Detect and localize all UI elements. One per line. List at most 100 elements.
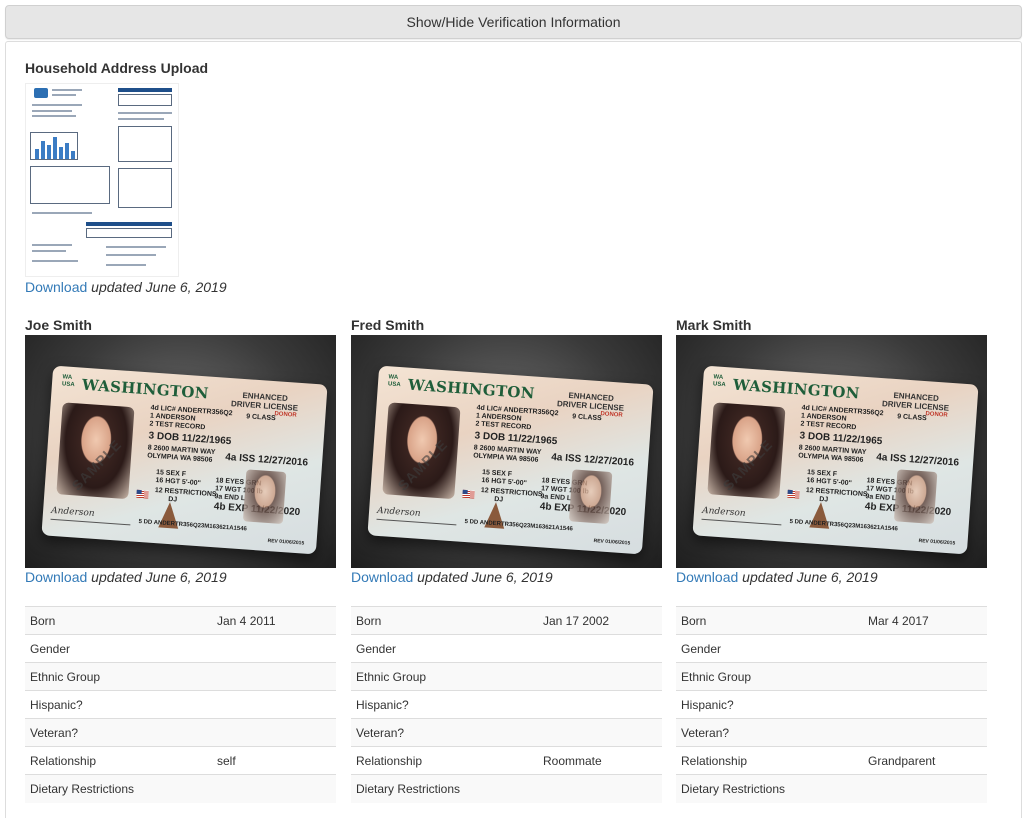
license-class-text: 9 CLASS [896, 413, 927, 423]
license-signature: Anderson [701, 505, 783, 526]
license-restrictions-label: 12 RESTRICTIONS [805, 487, 868, 499]
household-address-title: Household Address Upload [25, 60, 209, 76]
info-label: Dietary Restrictions [681, 781, 786, 796]
license-state-text: WASHINGTON [732, 375, 861, 403]
info-row: Hispanic? [351, 690, 662, 719]
info-label: Born [30, 613, 56, 628]
person-download-line: Download updated June 6, 2019 [25, 569, 227, 585]
info-value: Roommate [543, 753, 602, 768]
license-type-text: ENHANCED DRIVER LICENSE [556, 390, 625, 413]
license-dd-text: 5 DD ANDERTR356Q23M163621A1546 [789, 518, 899, 533]
person-updated-text: updated June 6, 2019 [417, 569, 553, 585]
info-row: Dietary Restrictions [25, 774, 336, 803]
person-download-link[interactable]: Download [351, 569, 413, 585]
info-row: Dietary Restrictions [676, 774, 987, 803]
info-row: Born Mar 4 2017 [676, 606, 987, 635]
info-row: Hispanic? [676, 690, 987, 719]
info-value [212, 663, 336, 691]
info-row: Ethnic Group [351, 662, 662, 691]
portrait-photo [56, 402, 135, 500]
household-download-line: Download updated June 6, 2019 [25, 279, 227, 295]
drivers-license-image[interactable]: WA USA WASHINGTON ENHANCED DRIVER LICENS… [676, 335, 987, 568]
info-label: Dietary Restrictions [356, 781, 461, 796]
drivers-license-image[interactable]: WA USA WASHINGTON ENHANCED DRIVER LICENS… [351, 335, 662, 568]
license-iss-text: 4a ISS 12/27/2016 [550, 451, 635, 469]
info-label: Hispanic? [681, 697, 734, 712]
license-rev-text: REV 01/06/2015 [267, 537, 305, 547]
info-row: Veteran? [25, 718, 336, 747]
info-value [863, 719, 987, 747]
donor-badge: DONOR [274, 411, 297, 419]
info-value: self [217, 753, 236, 768]
info-label: Ethnic Group [681, 669, 752, 684]
person-info-table: Born Jan 4 2011 Gender Ethnic Group Hispanic… [25, 606, 336, 803]
info-label: Gender [681, 641, 722, 656]
license-type-text: ENHANCED DRIVER LICENSE [230, 390, 299, 413]
household-updated-text: updated June 6, 2019 [91, 279, 227, 295]
ghost-portrait [242, 469, 287, 525]
info-row: Relationship Roommate [351, 746, 662, 775]
license-dd-text: 5 DD ANDERTR356Q23M163621A1546 [464, 518, 574, 533]
info-value [212, 691, 336, 719]
info-label: Gender [356, 641, 397, 656]
person-name: Fred Smith [351, 317, 425, 333]
household-document-thumbnail[interactable] [25, 83, 179, 277]
info-row: Veteran? [676, 718, 987, 747]
person-info-table: Born Jan 17 2002 Gender Ethnic Group Hispani… [351, 606, 662, 803]
info-label: Hispanic? [356, 697, 409, 712]
ghost-portrait [893, 469, 938, 525]
info-label: Veteran? [30, 725, 79, 740]
license-class-text: 9 CLASS [571, 413, 602, 423]
state-abbr-text: WA USA [387, 374, 401, 389]
license-state-text: WASHINGTON [81, 375, 210, 403]
info-row: Ethnic Group [676, 662, 987, 691]
donor-badge: DONOR [925, 411, 948, 419]
license-iss-text: 4a ISS 12/27/2016 [875, 451, 960, 469]
info-value [538, 663, 662, 691]
info-value: Grandparent [868, 753, 936, 768]
info-value: Jan 17 2002 [543, 613, 610, 628]
license-iss-text: 4a ISS 12/27/2016 [224, 451, 309, 469]
info-label: Ethnic Group [30, 669, 101, 684]
person-download-link[interactable]: Download [676, 569, 738, 585]
license-rev-text: REV 01/06/2015 [918, 537, 956, 547]
info-value [212, 635, 336, 663]
person-updated-text: updated June 6, 2019 [91, 569, 227, 585]
info-value [863, 663, 987, 691]
info-label: Relationship [681, 753, 748, 768]
info-row: Dietary Restrictions [351, 774, 662, 803]
ghost-portrait [568, 469, 613, 525]
info-row: Born Jan 4 2011 [25, 606, 336, 635]
info-label: Born [681, 613, 707, 628]
person-name: Mark Smith [676, 317, 752, 333]
drivers-license-image[interactable]: WA USA WASHINGTON ENHANCED DRIVER LICENS… [25, 335, 336, 568]
info-row: Relationship self [25, 746, 336, 775]
utility-logo-icon [34, 88, 48, 98]
info-label: Veteran? [681, 725, 730, 740]
license-card: WA USA WASHINGTON ENHANCED DRIVER LICENS… [41, 365, 328, 555]
license-restrictions-label: 12 RESTRICTIONS [154, 487, 217, 499]
portrait-photo [707, 402, 786, 500]
info-label: Hispanic? [30, 697, 83, 712]
info-value [538, 719, 662, 747]
state-abbr-text: WA USA [61, 374, 75, 389]
info-row: Gender [351, 634, 662, 663]
info-row: Gender [676, 634, 987, 663]
us-flag-icon [136, 489, 149, 499]
info-value: Jan 4 2011 [217, 613, 276, 628]
license-type-text: ENHANCED DRIVER LICENSE [881, 390, 950, 413]
license-card: WA USA WASHINGTON ENHANCED DRIVER LICENS… [692, 365, 979, 555]
person-download-link[interactable]: Download [25, 569, 87, 585]
portrait-photo [382, 402, 461, 500]
license-class-text: 9 CLASS [245, 413, 276, 423]
info-label: Born [356, 613, 382, 628]
show-hide-verification-button[interactable]: Show/Hide Verification Information [5, 5, 1022, 39]
info-row: Relationship Grandparent [676, 746, 987, 775]
info-label: Gender [30, 641, 71, 656]
person-download-line: Download updated June 6, 2019 [351, 569, 553, 585]
info-value [863, 635, 987, 663]
person-updated-text: updated June 6, 2019 [742, 569, 878, 585]
license-restrictions-label: 12 RESTRICTIONS [480, 487, 543, 499]
info-value: Mar 4 2017 [868, 613, 929, 628]
household-download-link[interactable]: Download [25, 279, 87, 295]
